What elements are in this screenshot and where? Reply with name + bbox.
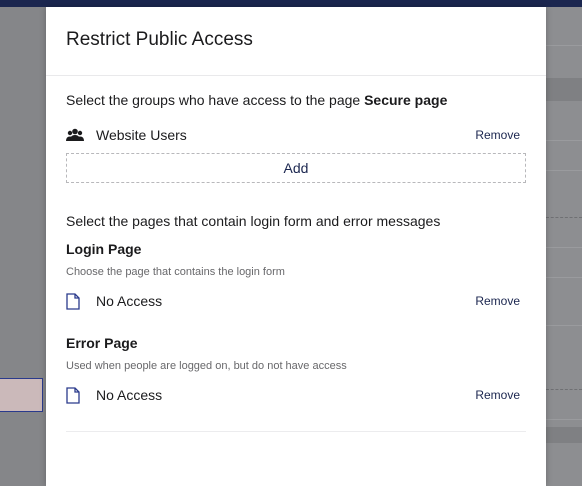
top-navigation-bar [0, 0, 582, 7]
group-row: Website Users Remove [66, 123, 526, 147]
error-page-value[interactable]: No Access [96, 387, 162, 403]
document-icon [66, 292, 86, 310]
remove-group-button[interactable]: Remove [475, 128, 520, 142]
add-group-button[interactable]: Add [66, 153, 526, 183]
page-name: Secure page [364, 92, 448, 108]
dialog-header: Restrict Public Access [46, 7, 546, 76]
dialog-divider [66, 431, 526, 432]
remove-error-page-button[interactable]: Remove [475, 388, 520, 402]
background-right-area [546, 7, 582, 486]
dialog-title: Restrict Public Access [66, 29, 253, 50]
restrict-access-dialog: Restrict Public Access Select the groups… [46, 7, 546, 486]
users-icon [66, 127, 86, 143]
pages-description: Select the pages that contain login form… [66, 213, 441, 229]
dialog-content: Select the groups who have access to the… [46, 92, 546, 432]
group-label: Website Users [96, 127, 187, 143]
background-selected-field [0, 378, 43, 412]
login-page-value[interactable]: No Access [96, 293, 162, 309]
login-page-row: No Access Remove [66, 289, 526, 313]
groups-intro-text: Select the groups who have access to the… [66, 92, 365, 108]
login-page-hint: Choose the page that contains the login … [66, 266, 285, 278]
error-page-title: Error Page [66, 335, 138, 351]
error-page-row: No Access Remove [66, 383, 526, 407]
groups-description: Select the groups who have access to the… [66, 92, 526, 108]
error-page-hint: Used when people are logged on, but do n… [66, 360, 347, 372]
remove-login-page-button[interactable]: Remove [475, 294, 520, 308]
login-page-title: Login Page [66, 241, 142, 257]
document-icon [66, 386, 86, 404]
background-left-area [0, 7, 46, 486]
